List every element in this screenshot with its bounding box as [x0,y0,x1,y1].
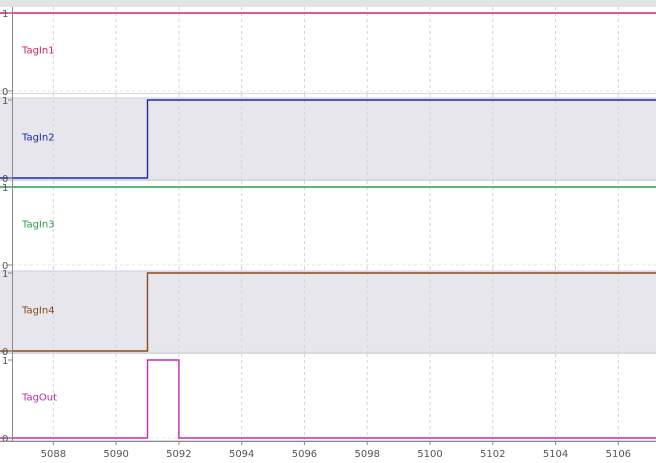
series-label-tagin1: TagIn1 [21,46,55,57]
y-tick-label-1: 1 [2,356,8,367]
lane-background [0,7,656,94]
timing-chart: 10TagIn110TagIn210TagIn310TagIn410TagOut… [0,7,656,460]
x-tick-label: 5094 [229,449,254,460]
x-tick-label: 5088 [41,449,66,460]
series-label-tagin3: TagIn3 [21,220,55,231]
y-tick-label-0: 0 [2,434,8,445]
x-tick-label: 5106 [606,449,631,460]
x-tick-label: 5102 [480,449,505,460]
x-tick-label: 5100 [417,449,442,460]
x-tick-label: 5092 [166,449,191,460]
y-tick-label-1: 1 [2,96,8,107]
lane-background [0,354,656,441]
lane-shaded-band [0,98,656,180]
y-tick-label-1: 1 [2,269,8,280]
x-tick-label: 5098 [355,449,380,460]
x-tick-label: 5104 [543,449,568,460]
series-label-tagin4: TagIn4 [21,306,55,317]
lane-background [0,181,656,268]
series-label-tagin2: TagIn2 [21,133,55,144]
y-tick-label-1: 1 [2,9,8,20]
series-label-tagout: TagOut [21,393,57,404]
x-tick-label: 5096 [292,449,317,460]
x-tick-label: 5090 [103,449,128,460]
lane-shaded-band [0,271,656,353]
y-tick-label-1: 1 [2,183,8,194]
